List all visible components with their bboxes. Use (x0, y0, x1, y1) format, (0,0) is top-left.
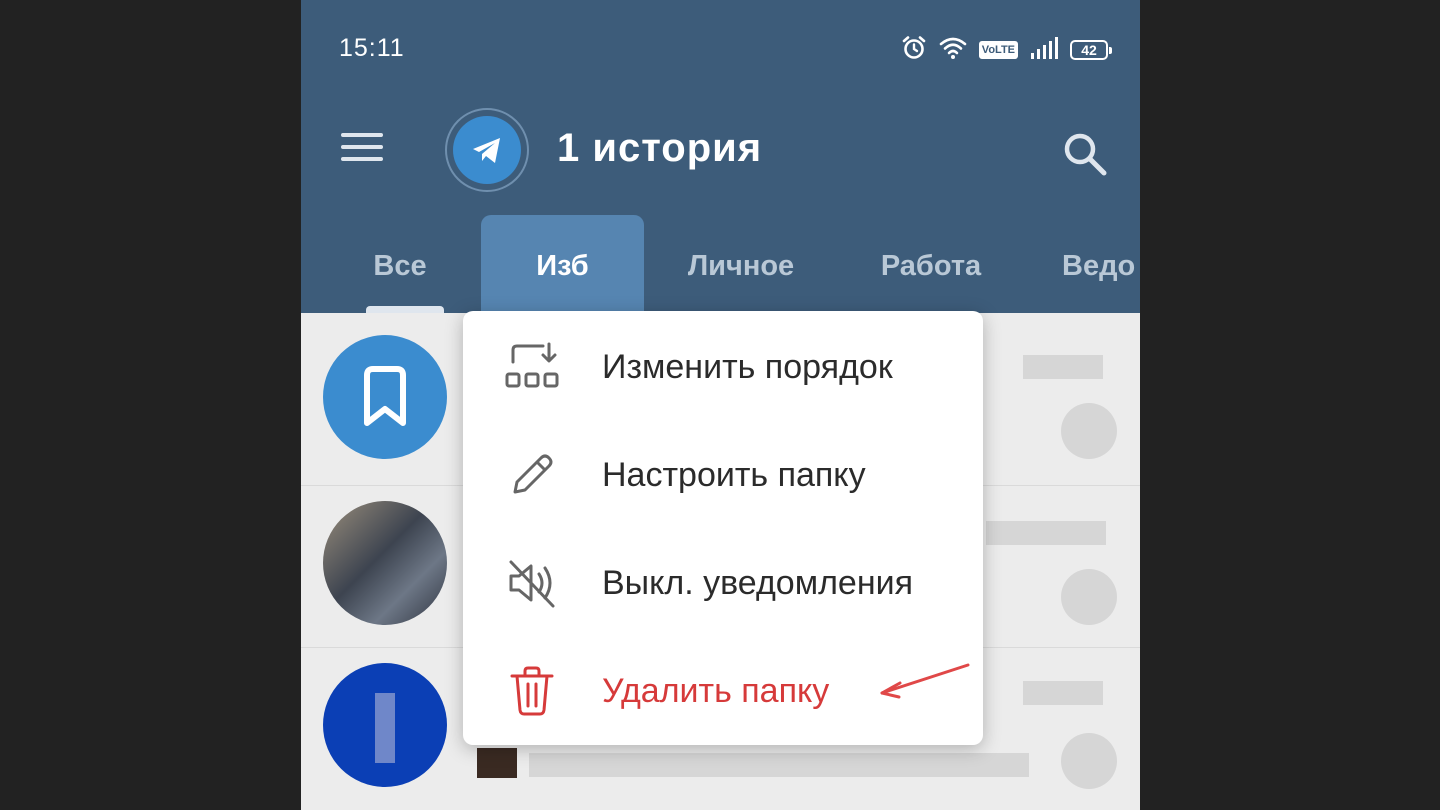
signal-icon (1030, 36, 1058, 65)
menu-item-label: Удалить папку (602, 671, 830, 710)
chat-avatar[interactable] (323, 663, 447, 787)
battery-level: 42 (1081, 42, 1097, 58)
status-time: 15:11 (339, 34, 405, 62)
tab-news[interactable]: Ведо (1041, 215, 1140, 313)
pencil-icon (503, 446, 561, 504)
mute-icon (503, 554, 561, 612)
page-title: 1 история (557, 126, 763, 170)
alarm-icon (901, 35, 927, 66)
tab-all[interactable]: Все (341, 215, 459, 313)
tab-favorites[interactable]: Изб (481, 215, 644, 313)
chat-time-placeholder (1023, 681, 1103, 705)
tab-personal[interactable]: Личное (666, 215, 816, 313)
saved-messages-avatar[interactable] (323, 335, 447, 459)
folder-tabs: Все Изб Личное Работа Ведо (301, 215, 1140, 313)
volte-badge: VoLTE (978, 41, 1018, 59)
wifi-icon (939, 36, 967, 65)
chat-badge-placeholder (1061, 403, 1117, 459)
telegram-logo-icon[interactable] (445, 108, 529, 192)
menu-item-label: Настроить папку (602, 455, 866, 494)
status-icons: VoLTE 42 (901, 35, 1112, 66)
menu-item-reorder[interactable]: Изменить порядок (463, 313, 983, 421)
menu-item-label: Изменить порядок (602, 347, 893, 386)
menu-item-mute[interactable]: Выкл. уведомления (463, 529, 983, 637)
chat-badge-placeholder (1061, 569, 1117, 625)
reorder-icon (503, 338, 561, 396)
menu-item-label: Выкл. уведомления (602, 563, 913, 602)
trash-icon (503, 662, 561, 720)
chat-preview-placeholder (529, 753, 1029, 777)
hamburger-menu-icon[interactable] (341, 133, 385, 169)
annotation-arrow-icon (880, 663, 970, 699)
app-header: 15:11 VoLTE 42 1 история Все Изб Личное … (301, 0, 1140, 313)
menu-item-edit-folder[interactable]: Настроить папку (463, 421, 983, 529)
chat-time-placeholder (1023, 355, 1103, 379)
active-tab-indicator (366, 306, 444, 313)
bookmark-icon (364, 366, 406, 426)
tab-work[interactable]: Работа (856, 215, 1006, 313)
search-icon[interactable] (1061, 130, 1109, 178)
chat-preview-placeholder (477, 748, 517, 778)
chat-avatar[interactable] (323, 501, 447, 625)
battery-icon: 42 (1070, 40, 1112, 60)
chat-time-placeholder (986, 521, 1106, 545)
chat-badge-placeholder (1061, 733, 1117, 789)
